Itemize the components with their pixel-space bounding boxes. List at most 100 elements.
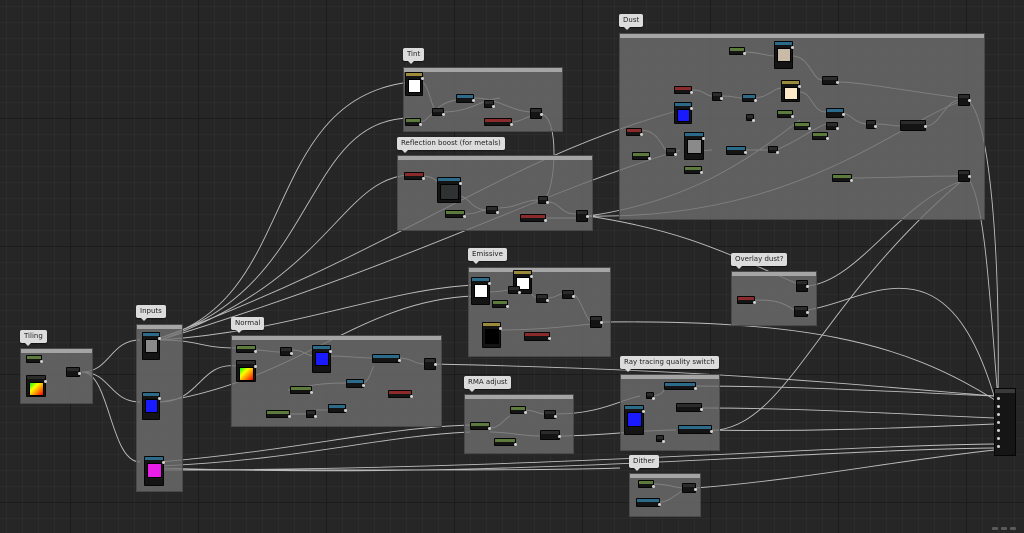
dust-multiply-node-1[interactable]	[712, 92, 723, 101]
comment-box-tint[interactable]	[403, 67, 563, 132]
normal-scalar-node-2[interactable]	[290, 386, 313, 394]
normal-multiply-node[interactable]	[280, 347, 293, 356]
rt-switch-node-1[interactable]	[664, 382, 697, 390]
emissive-multiply-node-1[interactable]	[508, 286, 521, 294]
normal-small-node[interactable]	[306, 410, 317, 418]
comment-title-ray-tracing-switch[interactable]: Ray tracing quality switch	[620, 356, 719, 372]
rt-small-node-1[interactable]	[646, 392, 655, 400]
normal-add-node[interactable]	[328, 404, 347, 413]
dust-out-node-2[interactable]	[958, 170, 971, 182]
material-output-node[interactable]	[994, 388, 1016, 456]
reflection-multiply-node[interactable]	[486, 206, 499, 214]
rt-texture-node[interactable]	[624, 405, 645, 435]
comment-title-tint[interactable]: Tint	[403, 48, 425, 64]
tint-multiply-node[interactable]	[456, 94, 475, 103]
dust-color-node-blue[interactable]	[674, 102, 693, 124]
rt-switch-node-3[interactable]	[678, 425, 713, 434]
rt-small-node-2[interactable]	[656, 435, 665, 443]
normal-out-node[interactable]	[424, 358, 437, 370]
dust-multiply-node-3[interactable]	[866, 120, 877, 129]
normal-constant-node[interactable]	[388, 390, 413, 398]
comment-title-normal[interactable]: Normal	[231, 317, 265, 333]
normal-texture-node[interactable]	[312, 345, 332, 373]
inputs-texture-node-magenta[interactable]	[144, 456, 165, 486]
output-pin-emissive[interactable]	[997, 429, 1000, 432]
dust-scalar-node-4[interactable]	[812, 132, 829, 140]
output-pin-specular[interactable]	[997, 413, 1000, 416]
dust-color-node-cream[interactable]	[781, 80, 801, 102]
rma-scalar-node-2[interactable]	[470, 422, 491, 430]
emissive-constant-node[interactable]	[524, 332, 551, 341]
reflection-mask-node[interactable]	[538, 196, 549, 204]
normal-uv-node[interactable]	[236, 360, 257, 382]
reflection-merge-node[interactable]	[576, 210, 589, 222]
dust-small-node-1[interactable]	[746, 114, 755, 122]
comment-title-dither[interactable]: Dither	[629, 455, 659, 471]
dust-constant-node-1[interactable]	[674, 86, 693, 94]
comment-title-emissive[interactable]: Emissive	[468, 248, 507, 264]
inputs-texture-node-gray[interactable]	[142, 332, 161, 360]
overlay-dust-constant-node[interactable]	[737, 296, 756, 304]
emissive-color-node-3[interactable]	[482, 322, 502, 348]
output-pin-roughness[interactable]	[997, 421, 1000, 424]
output-pin-normal[interactable]	[997, 445, 1000, 448]
comment-title-inputs[interactable]: Inputs	[136, 305, 166, 321]
dust-scalar-node-3[interactable]	[794, 122, 811, 130]
overlay-dust-node-2[interactable]	[794, 306, 809, 317]
comment-title-overlay-dust[interactable]: Overlay dust?	[731, 253, 788, 269]
graph-navigation-icon-3[interactable]	[1010, 527, 1016, 530]
rma-scalar-node-1[interactable]	[510, 406, 527, 414]
dust-out-node-1[interactable]	[958, 94, 971, 106]
emissive-out-node[interactable]	[590, 316, 603, 328]
normal-scalar-node-3[interactable]	[266, 410, 291, 418]
dither-texture-node[interactable]	[636, 498, 661, 507]
tiling-uv-node[interactable]	[26, 375, 47, 397]
inputs-texture-node-blue[interactable]	[142, 392, 161, 420]
reflection-constant-node[interactable]	[404, 172, 425, 180]
tint-out-node[interactable]	[530, 108, 543, 119]
normal-flatten-node[interactable]	[372, 354, 401, 363]
reflection-texture-node[interactable]	[437, 177, 462, 203]
tiling-scalar-node[interactable]	[26, 355, 43, 363]
dust-texture-node-2[interactable]	[684, 132, 705, 160]
normal-strength-node[interactable]	[346, 379, 365, 388]
tint-scalar-node[interactable]	[405, 118, 422, 126]
dust-lerp-node[interactable]	[826, 108, 845, 118]
tint-constant-node[interactable]	[484, 118, 513, 126]
graph-navigation-icon[interactable]	[992, 527, 998, 530]
dust-constant-node-2[interactable]	[626, 128, 643, 136]
normal-scalar-node-1[interactable]	[236, 345, 257, 353]
rt-switch-node-2[interactable]	[676, 403, 703, 412]
comment-title-dust[interactable]: Dust	[619, 14, 644, 30]
output-pin-base-color[interactable]	[997, 397, 1000, 400]
tiling-multiply-node[interactable]	[66, 367, 81, 377]
tint-add-node[interactable]	[484, 100, 495, 108]
graph-navigation-icon-2[interactable]	[1001, 527, 1007, 530]
dust-add-node-2[interactable]	[826, 122, 839, 130]
dust-scalar-node-2[interactable]	[777, 110, 794, 118]
rma-scalar-node-3[interactable]	[494, 438, 517, 446]
reflection-boost-constant-node[interactable]	[520, 214, 547, 222]
comment-title-tiling[interactable]: Tiling	[20, 330, 47, 346]
comment-title-reflection-boost[interactable]: Reflection boost (for metals)	[397, 137, 505, 153]
dust-small-node-3[interactable]	[768, 146, 779, 154]
dust-clamp-node[interactable]	[900, 120, 927, 131]
tint-color-node[interactable]	[405, 72, 424, 96]
emissive-color-node-1[interactable]	[471, 277, 491, 305]
reflection-scalar-node[interactable]	[445, 210, 466, 218]
comment-title-rma-adjust[interactable]: RMA adjust	[464, 376, 512, 392]
dither-scalar-node[interactable]	[638, 480, 655, 488]
emissive-add-node[interactable]	[562, 290, 575, 299]
dust-texture-node-1[interactable]	[774, 41, 794, 69]
output-pin-opacity[interactable]	[997, 437, 1000, 440]
emissive-multiply-node-2[interactable]	[536, 294, 549, 303]
overlay-dust-node-1[interactable]	[796, 280, 809, 292]
rma-multiply-node-1[interactable]	[544, 410, 557, 419]
output-pin-metallic[interactable]	[997, 405, 1000, 408]
rma-append-node[interactable]	[540, 430, 561, 440]
emissive-scalar-node-1[interactable]	[492, 300, 509, 308]
dust-add-node-1[interactable]	[822, 76, 839, 85]
dust-scalar-node-7[interactable]	[832, 174, 853, 182]
dust-multiply-node-2[interactable]	[742, 94, 757, 102]
dither-node[interactable]	[682, 483, 697, 493]
